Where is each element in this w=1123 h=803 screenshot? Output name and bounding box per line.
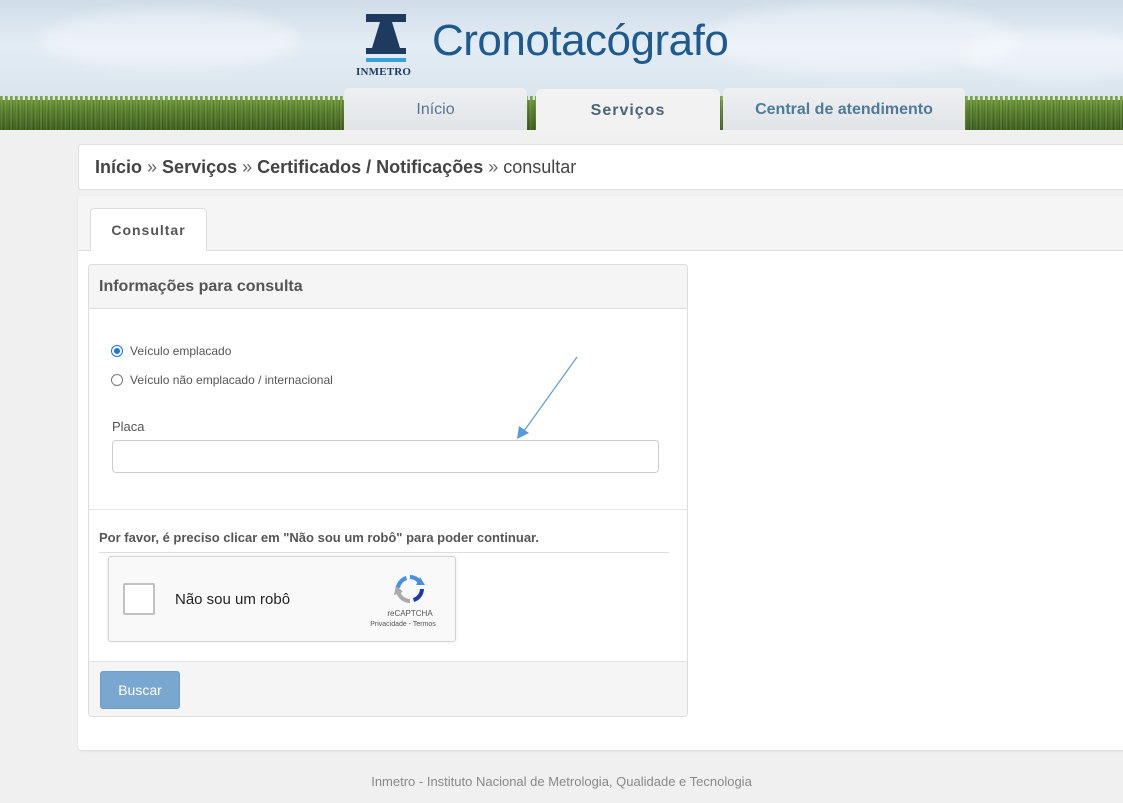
radio-veiculo-nao-emplacado[interactable]: Veículo não emplacado / internacional	[111, 373, 333, 387]
breadcrumb-current: consultar	[503, 157, 577, 177]
radio-label: Veículo não emplacado / internacional	[130, 373, 333, 387]
breadcrumb-item-servicos[interactable]: Serviços	[162, 157, 237, 177]
recaptcha-brand: reCAPTCHA	[387, 609, 433, 618]
tab-central-de-atendimento[interactable]: Central de atendimento	[723, 88, 965, 130]
breadcrumb: Início » Serviços » Certificados / Notif…	[78, 144, 1123, 190]
tab-consultar[interactable]: Consultar	[90, 208, 207, 251]
recaptcha-logo-icon	[394, 575, 425, 604]
recaptcha-label: Não sou um robô	[175, 591, 291, 608]
tab-inicio[interactable]: Início	[344, 88, 527, 130]
breadcrumb-item-certificados[interactable]: Certificados / Notificações	[257, 157, 483, 177]
breadcrumb-separator: »	[242, 157, 258, 177]
recaptcha-widget: Não sou um robô reCAPTCHA Privacidade - …	[108, 556, 456, 642]
tab-servicos[interactable]: Serviços	[536, 89, 720, 130]
divider	[99, 552, 669, 553]
radio-unchecked-icon[interactable]	[111, 374, 123, 386]
radio-veiculo-emplacado[interactable]: Veículo emplacado	[111, 344, 231, 358]
main-content: Consultar Informações para consulta Veíc…	[78, 196, 1123, 750]
logo-text: INMETRO	[356, 66, 412, 78]
footer-text: Inmetro - Instituto Nacional de Metrolog…	[371, 774, 752, 789]
captcha-message: Por favor, é preciso clicar em "Não sou …	[99, 530, 540, 545]
site-header: INMETRO Cronotacógrafo Início Serviços C…	[0, 0, 1123, 130]
placa-label: Placa	[112, 419, 145, 434]
radio-label: Veículo emplacado	[130, 344, 232, 358]
search-panel: Informações para consulta Veículo emplac…	[88, 264, 688, 717]
site-title[interactable]: Cronotacógrafo	[432, 16, 729, 66]
breadcrumb-separator: »	[488, 157, 504, 177]
breadcrumb-separator: »	[147, 157, 163, 177]
recaptcha-links[interactable]: Privacidade - Termos	[353, 621, 453, 628]
search-button[interactable]: Buscar	[100, 671, 180, 709]
recaptcha-checkbox[interactable]	[123, 583, 155, 615]
content-tab-bar: Consultar	[78, 196, 1123, 251]
panel-title: Informações para consulta	[89, 265, 687, 309]
placa-input[interactable]	[112, 440, 659, 473]
radio-checked-icon[interactable]	[111, 345, 123, 357]
breadcrumb-item-inicio[interactable]: Início	[95, 157, 142, 177]
divider	[89, 509, 687, 510]
